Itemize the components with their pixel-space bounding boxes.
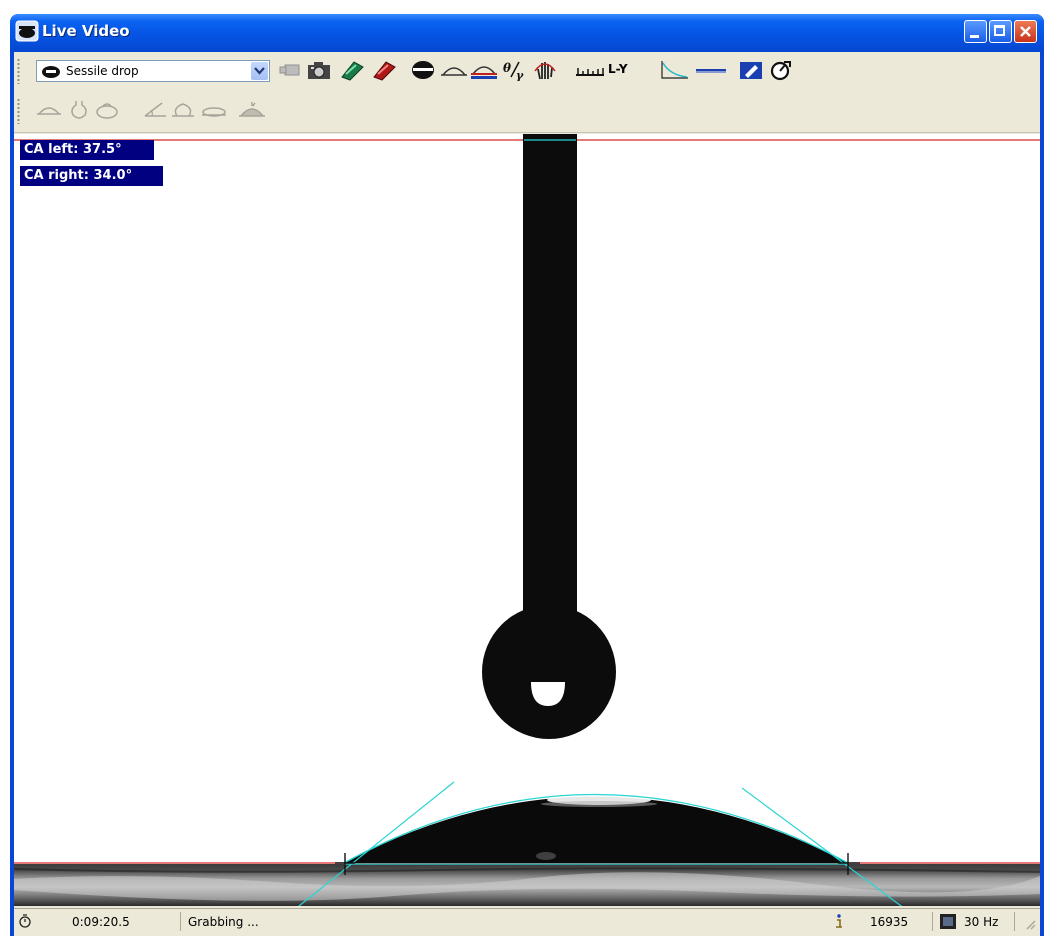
status-separator [1014,912,1015,931]
needle [523,134,577,624]
fit-method-toolbar [14,92,1040,133]
svg-text:θ: θ [503,61,511,75]
info-icon [836,914,842,928]
contact-angle-right-label: CA right: 34.0° [20,166,163,186]
minimize-icon [970,35,979,38]
snapshot-icon[interactable] [306,59,332,81]
status-separator [180,912,181,931]
live-video-view[interactable]: CA left: 37.5° CA right: 34.0° [14,134,1040,906]
sessile-profile-icon[interactable] [36,99,62,121]
chevron-down-icon [254,67,265,75]
needle-line-icon[interactable] [694,59,728,81]
live-video-window: Live Video Sessile drop θ γ L-Y CA left:… [10,14,1044,936]
ellipse-profile-icon[interactable] [94,99,120,121]
elapsed-time: 0:09:20.5 [72,915,130,929]
measurement-mode-value: Sessile drop [66,64,139,78]
flat-profile-icon[interactable] [200,99,228,121]
maximize-button[interactable] [989,20,1012,43]
svg-text:γ: γ [516,69,524,81]
close-icon [1020,26,1031,37]
window-client-area: Sessile drop θ γ L-Y CA left: 37.5° CA r… [14,52,1040,936]
drop-icon[interactable] [410,59,436,81]
stop-record-icon[interactable] [370,59,398,81]
edit-icon[interactable] [738,59,764,81]
main-toolbar: Sessile drop θ γ L-Y [14,52,1040,90]
resize-grip-icon[interactable] [1024,918,1036,930]
frame-count: 16935 [870,915,909,929]
timer-icon [19,914,31,928]
angle-profile-icon[interactable] [142,99,168,121]
toolbar-grip[interactable] [17,58,20,84]
frame-rate: 30 Hz [964,915,999,929]
film-icon [940,914,956,929]
droplet-image [14,134,1040,906]
hand-tool-icon[interactable] [532,59,558,81]
drop-camera-icon [15,20,39,42]
maximize-icon [994,25,1005,36]
status-separator [932,912,933,931]
ruler-icon[interactable] [574,59,606,81]
contact-angle-left-label: CA left: 37.5° [20,140,154,160]
baseline-icon[interactable] [440,59,468,81]
measurement-mode-select[interactable]: Sessile drop [36,60,270,82]
settings-dial-icon[interactable] [768,59,794,81]
status-text: Grabbing ... [188,915,259,929]
dropdown-arrow-button[interactable] [251,62,268,80]
title-bar[interactable]: Live Video [10,14,1044,52]
theta-gamma-icon[interactable]: θ γ [502,59,528,81]
record-icon[interactable] [338,59,366,81]
circle-profile-icon[interactable] [170,99,196,121]
height-profile-icon[interactable] [238,99,266,121]
status-bar: 0:09:20.5 Grabbing ... 16935 30 Hz [14,908,1040,935]
window-title: Live Video [42,22,130,40]
baseline-mirror-icon[interactable] [470,59,498,81]
pendant-drop [482,605,616,739]
toolbar-grip[interactable] [17,98,20,124]
ly-label[interactable]: L-Y [608,62,628,76]
tangent-icon[interactable] [660,59,690,81]
sessile-drop-icon [42,66,60,78]
video-source-icon[interactable] [278,59,302,81]
pendant-profile-icon[interactable] [68,99,90,121]
close-button[interactable] [1014,20,1037,43]
minimize-button[interactable] [964,20,987,43]
